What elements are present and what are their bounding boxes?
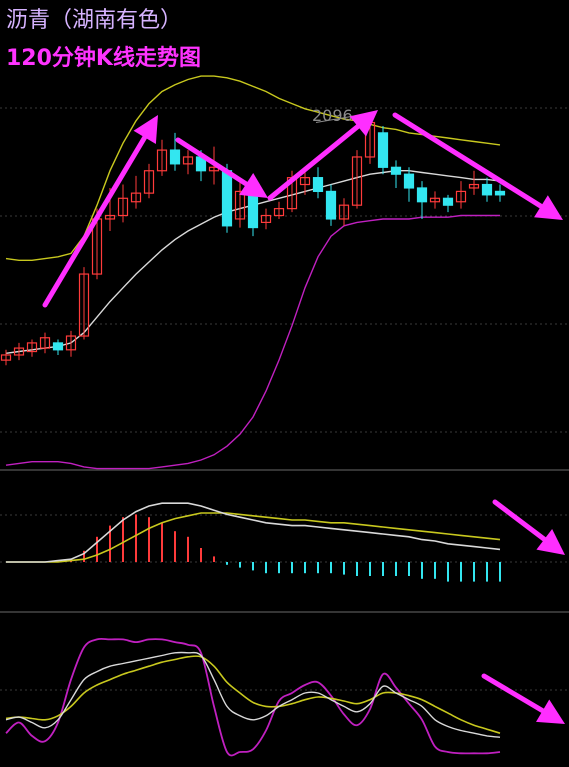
candle-body (221, 170, 233, 227)
arrow-down-2-head (534, 195, 563, 220)
oscillator-panel (5, 637, 501, 757)
candle-body (312, 177, 324, 193)
candle-body (169, 149, 181, 165)
macd-arrow-down-head (536, 528, 565, 555)
candle-body (52, 342, 64, 351)
macd-dif-line (6, 502, 501, 563)
candle-body (377, 132, 389, 168)
oscillator-k-line (5, 651, 501, 738)
price-annotation-label: 2096 (312, 106, 353, 125)
candle-body (325, 190, 337, 220)
candle-body (247, 192, 259, 229)
candle-body (390, 166, 402, 175)
chart-canvas: 2096 (0, 75, 569, 757)
arrow-down-1-head (239, 172, 268, 198)
oscillator-d-line (5, 655, 501, 734)
macd-arrow-down-shaft (492, 499, 547, 542)
arrow-down-2-shaft (392, 112, 544, 209)
candle-body (494, 190, 506, 196)
candle-body (403, 173, 415, 189)
lower-band-line (5, 214, 500, 470)
candle-body (416, 187, 428, 203)
oscillator-arrow-down-shaft (481, 673, 546, 714)
candle-body (481, 183, 493, 196)
candle-body (442, 197, 454, 206)
